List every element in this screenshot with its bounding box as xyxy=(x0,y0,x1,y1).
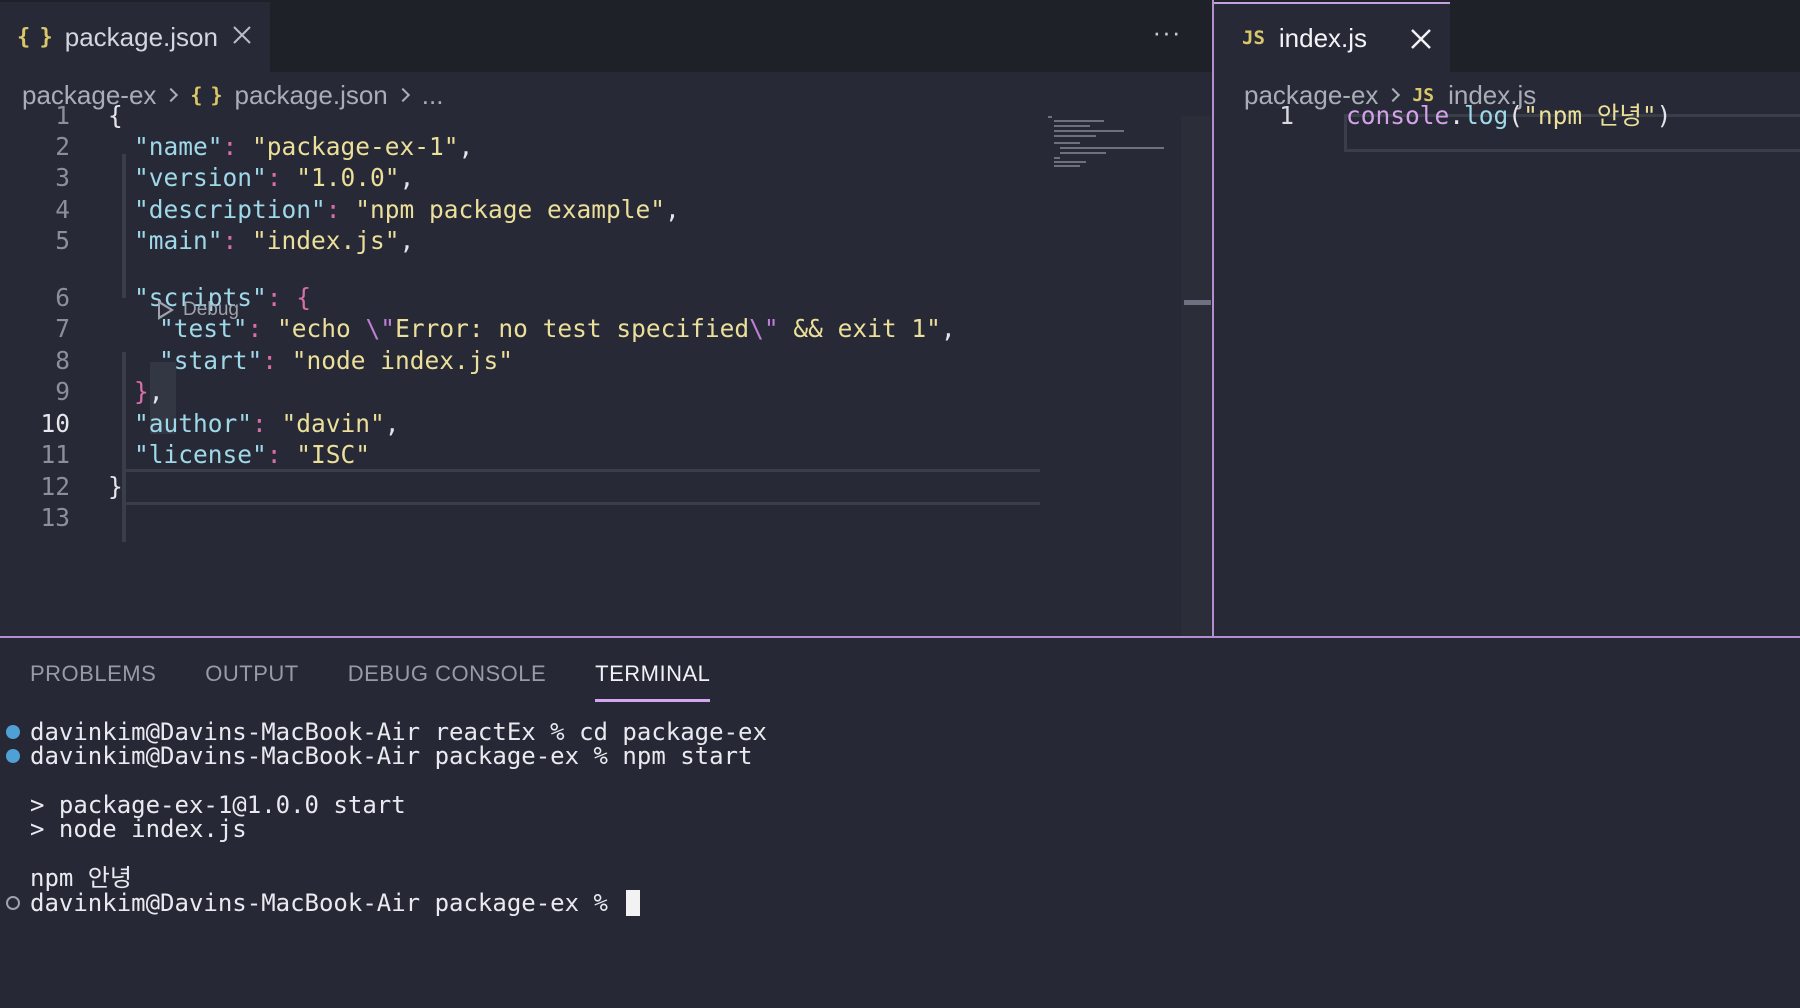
tab-index-js[interactable]: JS index.js xyxy=(1214,2,1450,72)
line-number: 5 xyxy=(55,226,70,255)
minimap[interactable] xyxy=(1046,116,1166,167)
terminal-line: npm 안녕 xyxy=(30,864,132,892)
terminal-cursor xyxy=(626,890,641,916)
terminal-line: davinkim@Davins-MacBook-Air package-ex % xyxy=(30,889,641,917)
close-icon[interactable] xyxy=(1410,28,1432,50)
code-text: console.log("npm 안녕") xyxy=(1346,101,1672,130)
left-tab-bar: { } package.json ··· xyxy=(0,0,1212,72)
left-editor-group: { } package.json ··· package-ex { } pack… xyxy=(0,0,1212,636)
line-number: 3 xyxy=(55,163,70,192)
debug-codelens[interactable]: Debug xyxy=(158,297,239,323)
code-text: "version": "1.0.0", xyxy=(134,163,415,192)
scrollbar-thumb[interactable] xyxy=(1184,300,1211,305)
right-editor-group: JS index.js package-ex JS index.js 1 cons… xyxy=(1212,0,1800,636)
code-line[interactable]: 11 "license": "ISC" xyxy=(0,437,1040,473)
code-line[interactable]: 7 "test": "echo \"Error: no test specifie… xyxy=(0,311,1040,347)
right-tab-bar: JS index.js xyxy=(1214,0,1800,72)
terminal-line: > node index.js xyxy=(30,815,247,843)
vertical-scrollbar[interactable] xyxy=(1181,116,1211,636)
code-line[interactable]: 1 console.log("npm 안녕") xyxy=(1214,98,1800,134)
code-line[interactable]: 3 "version": "1.0.0", xyxy=(0,160,1040,196)
line-number: 11 xyxy=(40,440,70,469)
json-braces-icon: { } xyxy=(17,24,53,50)
command-status-dot[interactable] xyxy=(6,725,20,739)
tab-debug-console[interactable]: DEBUG CONSOLE xyxy=(348,656,546,702)
line-number: 1 xyxy=(1279,101,1294,130)
code-editor[interactable]: 1{2 "name": "package-ex-1", 3 "version": "1… xyxy=(0,101,1040,634)
command-status-dot[interactable] xyxy=(6,749,20,763)
terminal[interactable]: davinkim@Davins-MacBook-Air reactEx % cd… xyxy=(0,718,1800,1008)
close-icon[interactable] xyxy=(231,24,253,46)
line-number: 9 xyxy=(55,377,70,406)
code-line[interactable]: 5 "main": "index.js", xyxy=(0,223,1040,259)
line-number: 7 xyxy=(55,314,70,343)
code-text: "test": "echo \"Error: no test specified… xyxy=(159,314,956,343)
tab-output[interactable]: OUTPUT xyxy=(205,656,298,702)
tab-label: index.js xyxy=(1278,22,1368,53)
code-editor[interactable]: 1 console.log("npm 안녕") xyxy=(1214,101,1800,154)
code-line[interactable]: 13 xyxy=(0,500,1040,536)
panel-tab-bar: PROBLEMS OUTPUT DEBUG CONSOLE TERMINAL xyxy=(30,656,759,702)
tab-package-json[interactable]: { } package.json xyxy=(0,2,270,72)
tab-label: package.json xyxy=(64,21,218,52)
code-text: }, xyxy=(134,377,164,406)
more-actions-icon[interactable]: ··· xyxy=(1150,19,1184,48)
tab-terminal[interactable]: TERMINAL xyxy=(595,656,711,702)
code-text: "license": "ISC" xyxy=(134,440,371,469)
line-number: 13 xyxy=(40,503,70,532)
play-icon xyxy=(158,300,174,320)
debug-codelens-label: Debug xyxy=(183,299,239,320)
bottom-panel: PROBLEMS OUTPUT DEBUG CONSOLE TERMINAL d… xyxy=(0,636,1800,1008)
javascript-icon: JS xyxy=(1242,27,1265,49)
tab-problems[interactable]: PROBLEMS xyxy=(30,656,156,702)
command-status-dot[interactable] xyxy=(6,896,20,910)
code-line[interactable]: 9}, xyxy=(0,374,1040,410)
code-text: "main": "index.js", xyxy=(134,226,415,255)
terminal-line: davinkim@Davins-MacBook-Air package-ex %… xyxy=(30,742,753,770)
